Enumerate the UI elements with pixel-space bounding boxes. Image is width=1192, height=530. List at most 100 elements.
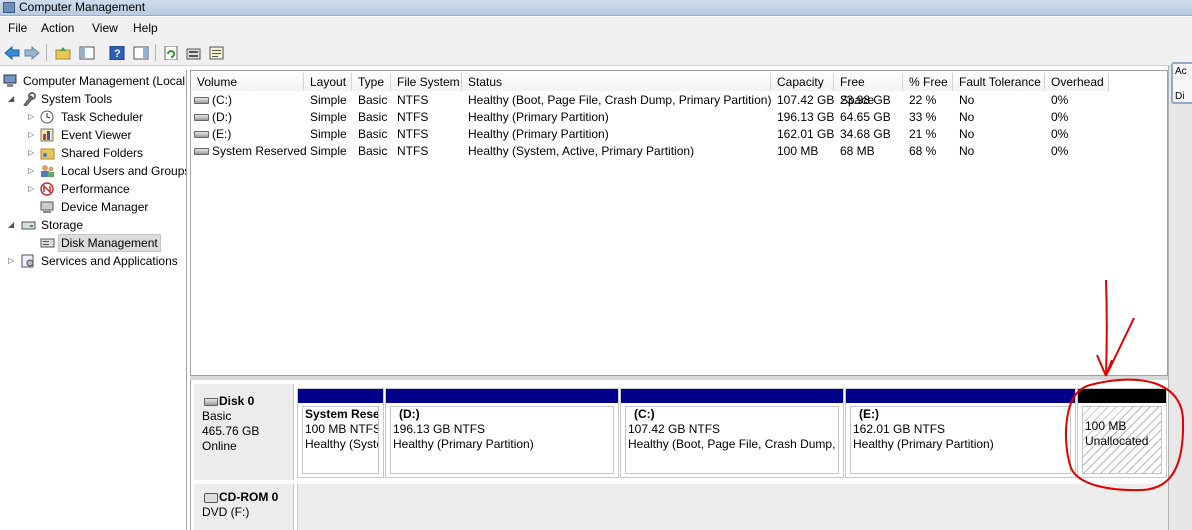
unallocated-space[interactable]: 100 MB Unallocated (1077, 388, 1167, 478)
tree-label-root: Computer Management (Local (23, 74, 186, 88)
volume-name: (C:) (212, 93, 232, 107)
fault-tolerance-cell: No (959, 110, 975, 124)
layout-cell: Simple (310, 93, 347, 107)
services-icon (21, 254, 34, 268)
cdrom-area[interactable] (297, 484, 1169, 530)
tree-label-shared-folders: Shared Folders (61, 146, 144, 160)
collapsed-arrow-icon[interactable]: ▷ (28, 144, 37, 162)
tree-item-local-users[interactable]: ▷ Local Users and Groups (0, 162, 186, 180)
tree-label-device-manager: Device Manager (61, 200, 149, 214)
tree-item-disk-management[interactable]: Disk Management (0, 234, 186, 252)
type-cell: Basic (358, 127, 388, 141)
capacity-cell: 100 MB (777, 144, 819, 158)
help-icon[interactable]: ? (108, 44, 125, 61)
actions-pane-header[interactable]: Ac Di (1171, 62, 1192, 104)
collapsed-arrow-icon[interactable]: ▷ (28, 180, 37, 198)
tree-item-event-viewer[interactable]: ▷ Event Viewer (0, 126, 186, 144)
properties-icon[interactable] (185, 44, 202, 61)
column-header-layout[interactable]: Layout (304, 73, 352, 91)
overhead-cell: 0% (1051, 110, 1069, 124)
tree-item-device-manager[interactable]: Device Manager (0, 198, 186, 216)
storage-icon (21, 221, 36, 230)
forward-arrow-icon[interactable] (23, 44, 40, 61)
up-folder-icon[interactable] (54, 44, 71, 61)
file-system-cell: NTFS (397, 93, 429, 107)
column-header-file-system[interactable]: File System (391, 73, 462, 91)
actions-pane (1168, 66, 1192, 530)
column-header-volume[interactable]: Volume (191, 73, 304, 91)
capacity-cell: 107.42 GB (777, 93, 835, 107)
percent-free-cell: 21 % (909, 127, 937, 141)
volume-row[interactable]: (E:) Simple Basic NTFS Healthy (Primary … (191, 126, 1167, 143)
drive-icon (194, 131, 209, 139)
tree-label-storage: Storage (41, 218, 84, 232)
tree-item-shared-folders[interactable]: ▷ Shared Folders (0, 144, 186, 162)
cdrom-icon (204, 492, 218, 503)
menu-action[interactable]: Action (41, 21, 74, 35)
menu-view[interactable]: View (92, 21, 118, 35)
collapsed-arrow-icon[interactable]: ▷ (8, 252, 17, 270)
free-space-cell: 34.68 GB (840, 127, 891, 141)
menu-help[interactable]: Help (133, 21, 158, 35)
partition-system-reserved[interactable]: System Reser 100 MB NTFS Healthy (Syste (297, 388, 384, 478)
partition-d[interactable]: (D:) 196.13 GB NTFS Healthy (Primary Par… (385, 388, 619, 478)
volume-row[interactable]: (C:) Simple Basic NTFS Healthy (Boot, Pa… (191, 92, 1167, 109)
disk-0-label[interactable]: Disk 0 Basic 465.76 GB Online (194, 384, 294, 480)
capacity-cell: 162.01 GB (777, 127, 835, 141)
column-header-fault-tolerance[interactable]: Fault Tolerance (953, 73, 1045, 91)
tree-item-computer-management[interactable]: Computer Management (Local (0, 72, 186, 90)
cdrom-0-label[interactable]: CD-ROM 0 DVD (F:) (194, 484, 294, 530)
fault-tolerance-cell: No (959, 144, 975, 158)
partition-size: 162.01 GB NTFS (853, 422, 946, 436)
tree-item-task-scheduler[interactable]: ▷ Task Scheduler (0, 108, 186, 126)
action-pane-icon[interactable] (132, 44, 149, 61)
partition-size: 107.42 GB NTFS (628, 422, 721, 436)
column-header-free-space[interactable]: Free Space (834, 73, 903, 107)
file-system-cell: NTFS (397, 144, 429, 158)
actions-label: Ac (1175, 66, 1187, 77)
collapsed-arrow-icon[interactable]: ▷ (28, 162, 37, 180)
fault-tolerance-cell: No (959, 93, 975, 107)
layout-cell: Simple (310, 110, 347, 124)
volume-name: (D:) (212, 110, 232, 124)
refresh-icon[interactable] (162, 44, 179, 61)
tree-item-performance[interactable]: ▷ Performance (0, 180, 186, 198)
type-cell: Basic (358, 93, 388, 107)
type-cell: Basic (358, 110, 388, 124)
cdrom-name: CD-ROM 0 (219, 490, 279, 504)
volume-name: System Reserved (212, 144, 307, 158)
computer-management-icon (3, 2, 15, 13)
partition-e[interactable]: (E:) 162.01 GB NTFS Healthy (Primary Par… (845, 388, 1076, 478)
tree-item-storage[interactable]: ◢ Storage (0, 216, 186, 234)
volume-row[interactable]: System Reserved Simple Basic NTFS Health… (191, 143, 1167, 160)
capacity-cell: 196.13 GB (777, 110, 835, 124)
collapsed-arrow-icon[interactable]: ▷ (28, 108, 37, 126)
column-header-capacity[interactable]: Capacity (771, 73, 834, 91)
tree-label-event-viewer: Event Viewer (61, 128, 132, 142)
status-cell: Healthy (Primary Partition) (468, 127, 609, 141)
svg-text:?: ? (114, 48, 121, 60)
export-icon[interactable] (208, 44, 225, 61)
collapsed-arrow-icon[interactable]: ▷ (28, 126, 37, 144)
tree-item-services-applications[interactable]: ▷ Services and Applications (0, 252, 186, 270)
expanded-arrow-icon[interactable]: ◢ (8, 216, 17, 234)
partition-name: (E:) (859, 407, 879, 421)
expanded-arrow-icon[interactable]: ◢ (8, 90, 17, 108)
volume-row[interactable]: (D:) Simple Basic NTFS Healthy (Primary … (191, 109, 1167, 126)
show-hide-tree-icon[interactable] (78, 44, 95, 61)
column-header-status[interactable]: Status (462, 73, 771, 91)
disk-map: Disk 0 Basic 465.76 GB Online System Res… (190, 380, 1169, 530)
back-arrow-icon[interactable] (3, 44, 20, 61)
drive-icon (194, 114, 209, 122)
overhead-cell: 0% (1051, 127, 1069, 141)
column-header-percent-free[interactable]: % Free (903, 73, 953, 91)
disk-0-type: Basic (202, 409, 232, 423)
menu-file[interactable]: File (8, 21, 27, 35)
partition-c[interactable]: (C:) 107.42 GB NTFS Healthy (Boot, Page … (620, 388, 844, 478)
cdrom-drive: DVD (F:) (202, 505, 250, 519)
fault-tolerance-cell: No (959, 127, 975, 141)
tree-item-system-tools[interactable]: ◢ System Tools (0, 90, 186, 108)
column-header-type[interactable]: Type (352, 73, 391, 91)
partition-name: (C:) (634, 407, 655, 421)
column-header-overhead[interactable]: Overhead (1045, 73, 1109, 91)
